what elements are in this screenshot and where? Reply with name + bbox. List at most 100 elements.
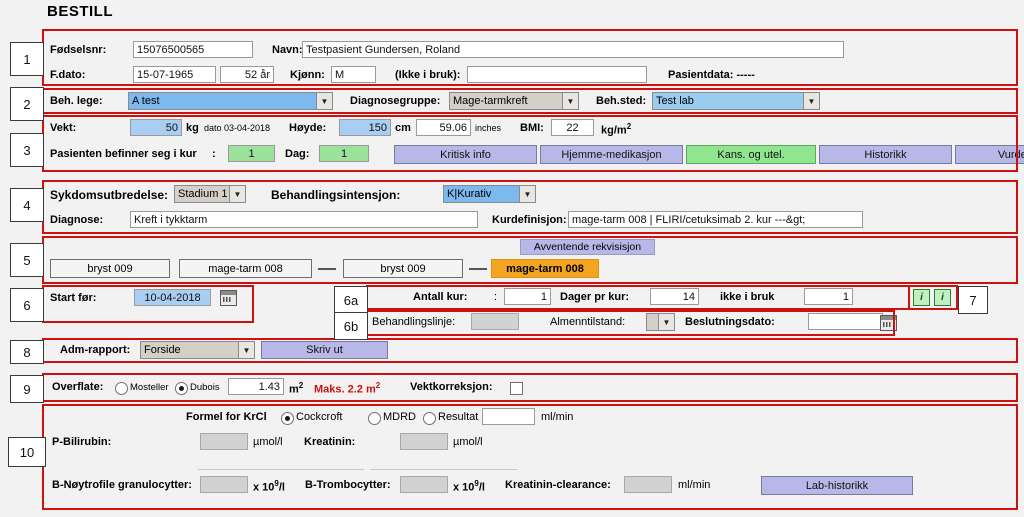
behandlingslinje-label: Behandlingslinje: xyxy=(372,316,456,328)
beh-lege-label: Beh. lege: xyxy=(50,95,103,107)
kur-colon: : xyxy=(212,148,216,160)
annotation-marker-6b: 6b xyxy=(334,312,368,340)
kjonn-input[interactable]: M xyxy=(331,66,376,83)
vektkorreksjon-checkbox[interactable] xyxy=(510,382,523,395)
cockcroft-radio[interactable] xyxy=(281,412,294,425)
navn-input[interactable]: Testpasient Gundersen, Roland xyxy=(302,41,844,58)
hjemme-medikasjon-button[interactable]: Hjemme-medikasjon xyxy=(540,145,683,164)
antall-kur-input[interactable]: 1 xyxy=(504,288,551,305)
chip-bryst-009-2[interactable]: bryst 009 xyxy=(343,259,463,278)
historikk-button[interactable]: Historikk xyxy=(819,145,952,164)
resultat-radio[interactable] xyxy=(423,412,436,425)
avventende-rekvisisjon-badge: Avventende rekvisisjon xyxy=(520,239,655,255)
behandlingsintensjon-label: Behandlingsintensjon: xyxy=(271,188,401,202)
bestill-form-screen: BESTILL 1 2 3 4 5 6 6a 6b 7 8 9 10 Fødse… xyxy=(0,0,1024,517)
kur-input[interactable]: 1 xyxy=(228,145,275,162)
kurdefinisjon-input[interactable]: mage-tarm 008 | FLIRI/cetuksimab 2. kur … xyxy=(568,211,863,228)
hoyde-input[interactable]: 150 xyxy=(339,119,391,136)
bmi-field: 22 xyxy=(551,119,594,136)
behandlingsintensjon-select[interactable]: K|Kurativ ▼ xyxy=(443,185,536,203)
granulocytter-unit-post: /l xyxy=(278,481,285,494)
skriv-ut-button[interactable]: Skriv ut xyxy=(261,341,388,359)
almenntilstand-select[interactable]: ▼ xyxy=(646,313,675,331)
dubois-radio[interactable] xyxy=(175,382,188,395)
beh-sted-select[interactable]: Test lab ▼ xyxy=(652,92,820,110)
info-icon-2[interactable]: i xyxy=(934,289,951,306)
fdato-input[interactable]: 15-07-1965 xyxy=(133,66,216,83)
annotation-marker-2: 2 xyxy=(10,87,44,121)
chevron-down-icon: ▼ xyxy=(519,186,535,202)
beslutningsdato-input[interactable] xyxy=(808,313,883,330)
dag-input[interactable]: 1 xyxy=(319,145,369,162)
inches-unit: inches xyxy=(475,123,502,133)
mosteller-radio[interactable] xyxy=(115,382,128,395)
mosteller-label: Mosteller xyxy=(130,382,169,393)
mdrd-radio[interactable] xyxy=(368,412,381,425)
antall-kur-colon: : xyxy=(494,291,498,303)
bmi-unit: kg/m2 xyxy=(601,122,631,137)
kreatinin-clearance-unit: ml/min xyxy=(678,479,711,491)
kritisk-info-button[interactable]: Kritisk info xyxy=(394,145,537,164)
chevron-down-icon: ▼ xyxy=(316,93,332,109)
ikke-i-bruk-input[interactable] xyxy=(467,66,647,83)
chip-mage-tarm-008-active[interactable]: mage-tarm 008 xyxy=(491,259,599,278)
calendar-icon-beslutningsdato[interactable] xyxy=(880,315,897,331)
hoyde-label: Høyde: xyxy=(289,122,327,134)
divider-line-1 xyxy=(198,469,364,470)
start-for-input[interactable]: 10-04-2018 xyxy=(134,289,211,306)
annotation-marker-9: 9 xyxy=(10,375,44,403)
antall-kur-label: Antall kur: xyxy=(413,291,468,303)
trombocytter-unit-post: /l xyxy=(478,481,485,494)
annotation-marker-10: 10 xyxy=(8,437,46,467)
overflate-input[interactable]: 1.43 xyxy=(228,378,284,395)
diagnose-input[interactable]: Kreft i tykktarm xyxy=(130,211,478,228)
adm-rapport-value: Forside xyxy=(144,344,181,356)
start-for-label: Start før: xyxy=(50,292,97,304)
adm-report-section: Adm-rapport: Forside ▼ Skriv ut xyxy=(60,341,460,361)
ikke-i-bruk-6a-label: ikke i bruk xyxy=(720,291,775,303)
beh-lege-select[interactable]: A test ▼ xyxy=(128,92,333,110)
diagnosegruppe-select[interactable]: Mage-tarmkreft ▼ xyxy=(449,92,579,110)
bmi-label: BMI: xyxy=(520,122,544,134)
overflate-label: Overflate: xyxy=(52,381,104,393)
granulocytter-label: B-Nøytrofile granulocytter: xyxy=(52,479,192,491)
overflate-unit-sup: 2 xyxy=(298,381,304,390)
vektkorreksjon-label: Vektkorreksjon: xyxy=(410,381,493,393)
sykdomsutbredelse-select[interactable]: Stadium 1 ▼ xyxy=(174,185,246,203)
navn-label: Navn: xyxy=(272,44,303,56)
diagnosegruppe-label: Diagnosegruppe: xyxy=(350,95,441,107)
vurdering-button[interactable]: Vurdering xyxy=(955,145,1024,164)
resultat-label: Resultat xyxy=(438,411,479,423)
body-surface-section: Overflate: Mosteller Dubois 1.43 m2 Maks… xyxy=(52,378,572,400)
ikke-i-bruk-6a-input[interactable]: 1 xyxy=(804,288,853,305)
krcl-resultat-input[interactable] xyxy=(482,408,535,425)
kans-og-utel-button[interactable]: Kans. og utel. xyxy=(686,145,816,164)
chip-mage-tarm-008-1[interactable]: mage-tarm 008 xyxy=(179,259,312,278)
adm-rapport-select[interactable]: Forside ▼ xyxy=(140,341,255,359)
chip-bryst-009-1[interactable]: bryst 009 xyxy=(50,259,170,278)
lab-historikk-button[interactable]: Lab-historikk xyxy=(761,476,913,495)
formel-krcl-label: Formel for KrCl xyxy=(186,411,267,423)
lab-values-section: Formel for KrCl Cockcroft MDRD Resultat … xyxy=(52,407,1012,507)
granulocytter-input xyxy=(200,476,248,493)
vekt-label: Vekt: xyxy=(50,122,77,134)
measurements-section: Vekt: 50 kg dato 03-04-2018 Høyde: 150 c… xyxy=(50,118,1024,170)
ikke-i-bruk-label: (Ikke i bruk): xyxy=(395,69,461,81)
dubois-label: Dubois xyxy=(190,382,220,393)
page-title: BESTILL xyxy=(47,3,113,20)
info-icon-1[interactable]: i xyxy=(913,289,930,306)
beh-sted-value: Test lab xyxy=(656,95,694,107)
sykdomsutbredelse-value: Stadium 1 xyxy=(178,188,228,200)
annotation-marker-3: 3 xyxy=(10,133,44,167)
diagnosegruppe-value: Mage-tarmkreft xyxy=(453,95,528,107)
vekt-input[interactable]: 50 xyxy=(130,119,182,136)
calendar-icon-start-for[interactable] xyxy=(220,290,237,306)
kreatinin-label: Kreatinin: xyxy=(304,436,356,448)
dag-label: Dag: xyxy=(285,148,310,160)
inches-field: 59.06 xyxy=(416,119,471,136)
dager-pr-kur-input[interactable]: 14 xyxy=(650,288,699,305)
beslutningsdato-label: Beslutningsdato: xyxy=(685,316,775,328)
bmi-unit-text: kg/m xyxy=(601,124,627,137)
pasientdata-label: Pasientdata: ----- xyxy=(668,69,755,81)
fodselsnr-input[interactable]: 15076500565 xyxy=(133,41,253,58)
